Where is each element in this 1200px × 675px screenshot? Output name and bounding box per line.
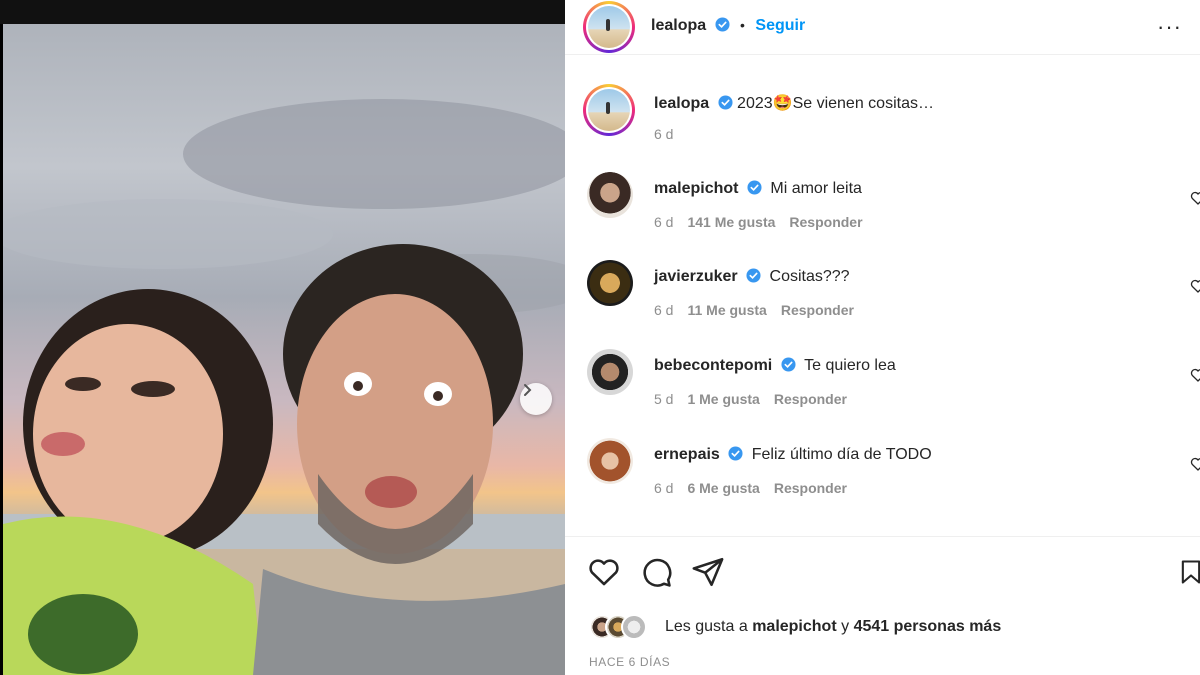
comment-icon[interactable] xyxy=(639,555,673,589)
comment-text-line: ernepais Feliz último día de TODO xyxy=(654,446,932,464)
likes-first-user[interactable]: malepichot xyxy=(752,618,836,635)
comment-avatar[interactable] xyxy=(587,260,633,306)
verified-icon xyxy=(715,17,730,32)
comment-time: 5 d xyxy=(654,391,674,407)
comment-username[interactable]: javierzuker xyxy=(654,268,738,285)
verified-icon xyxy=(746,268,761,283)
next-media-button[interactable] xyxy=(520,383,552,415)
likes-conjunction: y xyxy=(841,618,850,635)
author-avatar[interactable] xyxy=(583,1,635,53)
more-options-icon[interactable]: ··· xyxy=(1157,14,1182,40)
actions-divider xyxy=(565,536,1200,537)
comment-likes[interactable]: 1 Me gusta xyxy=(687,391,759,407)
comment-like-heart-icon[interactable] xyxy=(1190,190,1200,206)
comment-meta: 5 d 1 Me gusta Responder xyxy=(654,391,861,407)
verified-icon xyxy=(781,357,796,372)
comment-likes[interactable]: 11 Me gusta xyxy=(687,302,766,318)
media-top-bar xyxy=(0,0,565,24)
header-separator: • xyxy=(740,17,745,33)
comment-time: 6 d xyxy=(654,214,674,230)
comment-meta: 6 d 11 Me gusta Responder xyxy=(654,302,868,318)
comment-text: Feliz último día de TODO xyxy=(751,446,932,463)
likes-text: Les gusta a malepichot y 4541 personas m… xyxy=(665,618,1001,636)
chevron-right-icon xyxy=(524,384,532,396)
comments-list: lealopa 2023🤩Se vienen cositas… 6 d male… xyxy=(565,68,1200,536)
post-side-panel: lealopa • Seguir ··· lealopa 2023🤩Se vie… xyxy=(565,0,1200,675)
comment-like-heart-icon[interactable] xyxy=(1190,278,1200,294)
caption-text-line: lealopa 2023🤩Se vienen cositas… xyxy=(654,93,934,113)
share-icon[interactable] xyxy=(691,555,725,589)
verified-icon xyxy=(728,446,743,461)
verified-icon xyxy=(747,180,762,195)
bookmark-icon[interactable] xyxy=(1177,555,1200,589)
caption-text: 2023🤩Se vienen cositas… xyxy=(737,95,934,112)
heart-icon[interactable] xyxy=(587,555,621,589)
author-username[interactable]: lealopa xyxy=(651,17,706,34)
comment-time: 6 d xyxy=(654,302,674,318)
likes-summary: Les gusta a malepichot y 4541 personas m… xyxy=(589,612,1189,642)
comment-likes[interactable]: 6 Me gusta xyxy=(687,480,759,496)
likes-others-count[interactable]: 4541 personas más xyxy=(854,618,1002,635)
liker-avatars[interactable] xyxy=(589,614,659,640)
post-photo xyxy=(3,24,565,675)
comment-text: Te quiero lea xyxy=(804,357,896,374)
comment-text-line: javierzuker Cositas??? xyxy=(654,268,850,286)
comment-time: 6 d xyxy=(654,480,674,496)
comment-username[interactable]: bebecontepomi xyxy=(654,357,772,374)
follow-button[interactable]: Seguir xyxy=(755,17,805,34)
post-header: lealopa • Seguir ··· xyxy=(565,0,1200,55)
header-author-line: lealopa • Seguir xyxy=(651,17,805,35)
selfie-illustration xyxy=(3,99,565,675)
reply-button[interactable]: Responder xyxy=(774,480,847,496)
caption-author[interactable]: lealopa xyxy=(654,95,709,112)
post-media-pane xyxy=(0,0,565,675)
comment-text-line: bebecontepomi Te quiero lea xyxy=(654,357,896,375)
comment-avatar[interactable] xyxy=(587,438,633,484)
comment-avatar[interactable] xyxy=(587,349,633,395)
caption-time: 6 d xyxy=(654,126,674,142)
comment-avatar[interactable] xyxy=(587,172,633,218)
reply-button[interactable]: Responder xyxy=(774,391,847,407)
reply-button[interactable]: Responder xyxy=(789,214,862,230)
comment-username[interactable]: malepichot xyxy=(654,180,738,197)
comment-like-heart-icon[interactable] xyxy=(1190,456,1200,472)
post-date: HACE 6 DÍAS xyxy=(589,655,671,669)
likes-prefix: Les gusta a xyxy=(665,618,748,635)
comment-likes[interactable]: 141 Me gusta xyxy=(687,214,775,230)
comment-text: Mi amor leita xyxy=(770,180,862,197)
comment-meta: 6 d 6 Me gusta Responder xyxy=(654,480,861,496)
comment-like-heart-icon[interactable] xyxy=(1190,367,1200,383)
comment-username[interactable]: ernepais xyxy=(654,446,720,463)
comment-text: Cositas??? xyxy=(769,268,850,285)
post-action-bar xyxy=(587,555,1200,591)
caption-author-avatar[interactable] xyxy=(583,84,635,136)
reply-button[interactable]: Responder xyxy=(781,302,854,318)
comment-meta: 6 d 141 Me gusta Responder xyxy=(654,214,877,230)
comment-text-line: malepichot Mi amor leita xyxy=(654,180,862,198)
verified-icon xyxy=(718,95,733,110)
